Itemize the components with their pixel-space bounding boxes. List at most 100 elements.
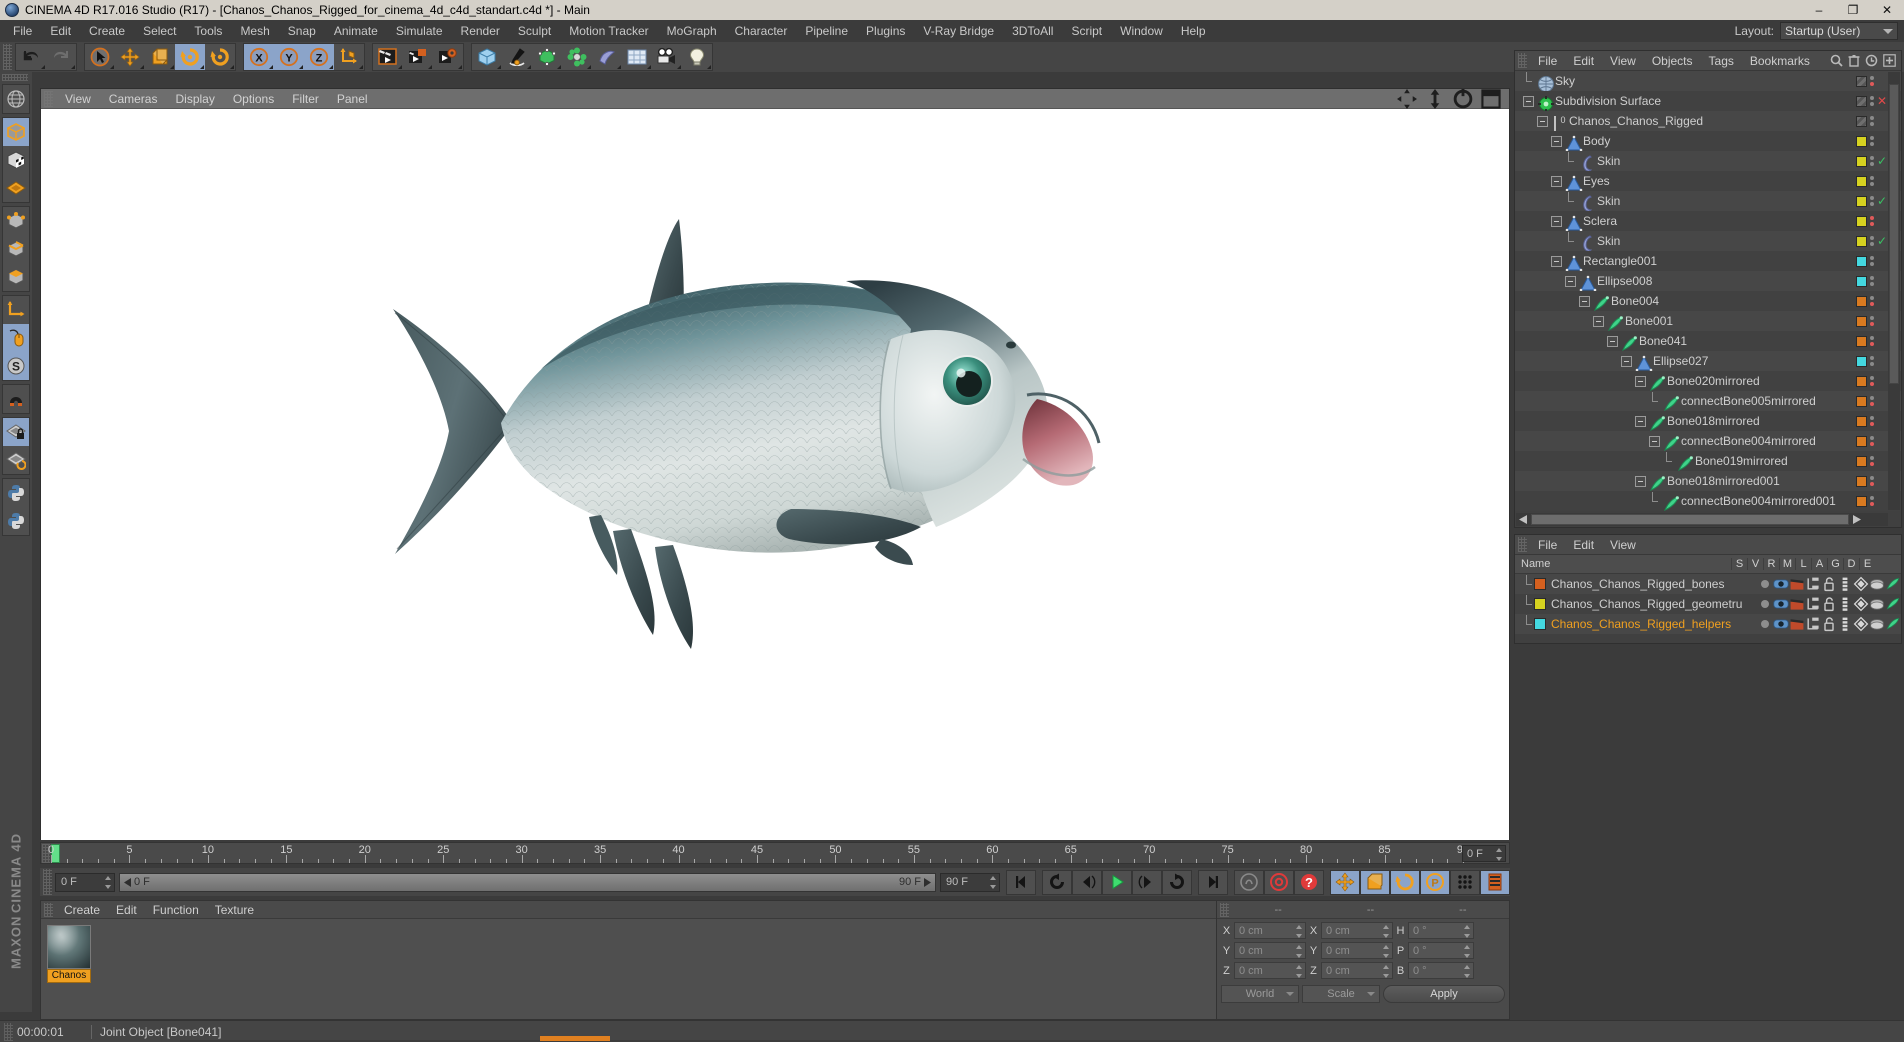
object-tree-row[interactable]: Bone018mirrored <box>1515 411 1901 431</box>
add-icon[interactable] <box>1883 54 1896 67</box>
layer-color-swatch[interactable] <box>1534 598 1546 610</box>
visibility-dots[interactable] <box>1870 256 1874 266</box>
scrollbar-thumb[interactable] <box>1531 514 1849 525</box>
add-camera-button[interactable] <box>652 44 682 70</box>
add-deformer-button[interactable] <box>592 44 622 70</box>
layer-column-m[interactable]: M <box>1779 558 1795 570</box>
spinner-icon[interactable] <box>1464 965 1471 978</box>
object-menu-edit[interactable]: Edit <box>1565 54 1602 68</box>
layer-color-swatch[interactable] <box>1856 315 1867 327</box>
layer-toggle-expression[interactable] <box>1885 574 1901 594</box>
world-object-coordinate-button[interactable] <box>334 44 364 70</box>
move-tool[interactable] <box>115 44 145 70</box>
size-y-field[interactable]: 0 cm <box>1321 942 1393 959</box>
collapse-toggle[interactable] <box>1579 295 1590 307</box>
object-tree-row[interactable]: Rectangle001 <box>1515 251 1901 271</box>
spinner-icon[interactable] <box>1296 965 1303 978</box>
collapse-toggle[interactable] <box>1551 135 1562 147</box>
layer-row[interactable]: Chanos_Chanos_Rigged_bones <box>1515 574 1901 594</box>
visibility-dots[interactable] <box>1870 356 1874 366</box>
timeline-ruler[interactable]: 051015202530354045505560657075808590 0 F <box>40 842 1510 864</box>
layer-toggle-clapper[interactable] <box>1789 614 1805 634</box>
object-menu-objects[interactable]: Objects <box>1644 54 1701 68</box>
layer-color-swatch[interactable] <box>1855 95 1867 107</box>
layer-column-s[interactable]: S <box>1731 558 1747 570</box>
viewport-menu-filter[interactable]: Filter <box>283 92 328 106</box>
transport-grip[interactable] <box>43 869 52 895</box>
disabled-x-icon[interactable]: ✕ <box>1877 95 1887 107</box>
menu-render[interactable]: Render <box>452 20 509 42</box>
edges-mode-button[interactable] <box>3 235 29 263</box>
add-spline-button[interactable] <box>502 44 532 70</box>
layer-toggle-eye[interactable] <box>1773 594 1789 614</box>
layer-color-swatch[interactable] <box>1855 195 1867 207</box>
menu-snap[interactable]: Snap <box>279 20 325 42</box>
layer-color-swatch[interactable] <box>1856 215 1867 227</box>
menu-help[interactable]: Help <box>1172 20 1215 42</box>
pan-view-icon[interactable] <box>1425 88 1445 109</box>
menu-plugins[interactable]: Plugins <box>857 20 914 42</box>
undo-button[interactable] <box>16 44 46 70</box>
layer-column-e[interactable]: E <box>1859 558 1875 570</box>
object-tree-row[interactable]: Eyes <box>1515 171 1901 191</box>
menu-v-ray-bridge[interactable]: V-Ray Bridge <box>914 20 1003 42</box>
move-view-icon[interactable] <box>1397 88 1417 109</box>
visibility-dots[interactable] <box>1870 456 1874 466</box>
material-menu-texture[interactable]: Texture <box>207 903 262 917</box>
spinner-icon[interactable] <box>105 875 112 889</box>
material-menu-edit[interactable]: Edit <box>108 903 145 917</box>
object-tree-row[interactable]: Skin ✓ <box>1515 191 1901 211</box>
layer-toggle-solo-dot[interactable] <box>1757 594 1773 614</box>
visibility-dots[interactable] <box>1870 416 1874 426</box>
scale-key-button[interactable] <box>1360 869 1390 895</box>
layer-color-swatch[interactable] <box>1856 495 1867 507</box>
visibility-dots[interactable] <box>1870 176 1874 186</box>
layer-toggle-generator[interactable] <box>1853 594 1869 614</box>
play-forward-button[interactable] <box>1102 869 1132 895</box>
material-menu-create[interactable]: Create <box>56 903 108 917</box>
render-settings-button[interactable] <box>433 44 463 70</box>
timeline-track[interactable]: 051015202530354045505560657075808590 <box>48 843 1469 864</box>
menu-window[interactable]: Window <box>1111 20 1172 42</box>
viewport-menu-view[interactable]: View <box>56 92 100 106</box>
layer-color-swatch[interactable] <box>1856 175 1867 187</box>
maximize-view-icon[interactable] <box>1481 88 1501 109</box>
viewport-menu-panel[interactable]: Panel <box>328 92 377 106</box>
arrow-left-icon[interactable] <box>1518 515 1529 524</box>
visibility-dots[interactable] <box>1869 96 1874 106</box>
rotation-h-field[interactable]: 0 ° <box>1408 922 1474 939</box>
object-menu-file[interactable]: File <box>1530 54 1565 68</box>
go-to-end-button[interactable] <box>1198 869 1228 895</box>
polygons-mode-button[interactable] <box>3 263 29 291</box>
visibility-dots[interactable] <box>1870 116 1874 126</box>
layer-menu-edit[interactable]: Edit <box>1565 538 1602 552</box>
spinner-icon[interactable] <box>1496 848 1503 861</box>
spinner-icon[interactable] <box>1383 945 1390 958</box>
collapse-toggle[interactable] <box>1635 415 1646 427</box>
menu-mograph[interactable]: MoGraph <box>658 20 726 42</box>
material-menu-function[interactable]: Function <box>145 903 207 917</box>
object-tree-row[interactable]: Bone001 <box>1515 311 1901 331</box>
collapse-toggle[interactable] <box>1607 335 1618 347</box>
render-view-button[interactable] <box>373 44 403 70</box>
magnet-tool-button[interactable] <box>3 385 29 413</box>
toolbar-grip[interactable] <box>3 44 12 70</box>
layer-column-v[interactable]: V <box>1747 558 1763 570</box>
layer-menu-view[interactable]: View <box>1602 538 1644 552</box>
object-tree-row[interactable]: Skin ✓ <box>1515 151 1901 171</box>
collapse-toggle[interactable] <box>1635 475 1646 487</box>
current-frame-field[interactable]: 0 F <box>55 872 115 892</box>
lock-z-axis-button[interactable]: Z <box>304 44 334 70</box>
rotation-b-field[interactable]: 0 ° <box>1408 962 1474 979</box>
viewport-menu-display[interactable]: Display <box>166 92 223 106</box>
layer-row[interactable]: Chanos_Chanos_Rigged_geometru <box>1515 594 1901 614</box>
collapse-toggle[interactable] <box>1635 375 1646 387</box>
object-axis-button[interactable] <box>3 296 29 324</box>
rotation-p-field[interactable]: 0 ° <box>1408 942 1474 959</box>
layer-column-name[interactable]: Name <box>1515 558 1731 570</box>
coordinate-system-dropdown[interactable]: World <box>1221 985 1299 1003</box>
layer-row[interactable]: Chanos_Chanos_Rigged_helpers <box>1515 614 1901 634</box>
layer-color-swatch[interactable] <box>1534 618 1546 630</box>
visibility-dots[interactable] <box>1870 376 1874 386</box>
live-selection-tool[interactable] <box>85 44 115 70</box>
